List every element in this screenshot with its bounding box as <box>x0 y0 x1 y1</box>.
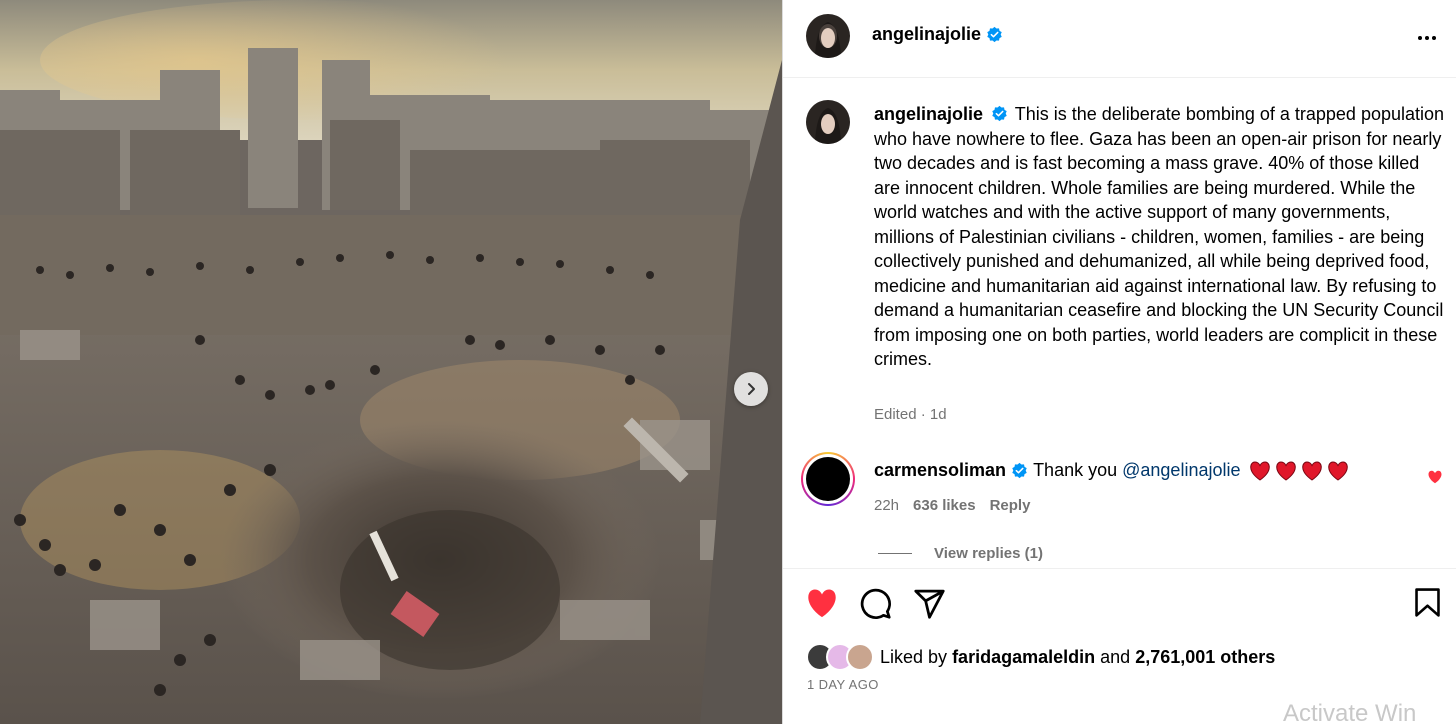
caption-time[interactable]: 1d <box>930 406 947 423</box>
liked-by-and: and <box>1100 646 1131 667</box>
heart-icon <box>1428 470 1442 484</box>
like-button[interactable] <box>805 587 839 624</box>
header-username[interactable]: angelinajolie <box>872 24 981 45</box>
avatar[interactable] <box>806 100 850 144</box>
bookmark-icon <box>1415 588 1440 617</box>
red-heart-emoji-icon <box>1250 460 1271 481</box>
comment-button[interactable] <box>859 587 892 625</box>
more-options-button[interactable] <box>1415 26 1439 55</box>
red-heart-emoji-icon <box>1302 460 1323 481</box>
comment-like-button[interactable] <box>1427 470 1443 489</box>
windows-activation-watermark: Activate Win <box>1283 700 1417 724</box>
liked-by-prefix: Liked by <box>880 646 948 667</box>
story-ring-avatar[interactable] <box>801 452 855 506</box>
likes-count[interactable]: 2,761,001 others <box>1135 647 1275 668</box>
heart-icon <box>808 589 836 618</box>
post-photo[interactable] <box>0 0 782 724</box>
caption-text-block: angelinajolie This is the deliberate bom… <box>874 102 1446 372</box>
comment-emoji-hearts <box>1249 460 1349 481</box>
caption-username[interactable]: angelinajolie <box>874 104 983 124</box>
verified-icon <box>987 26 1002 43</box>
profile-photo <box>806 14 850 58</box>
reply-button[interactable]: Reply <box>990 497 1031 514</box>
avatar <box>806 457 850 501</box>
post-date[interactable]: 1 DAY AGO <box>807 677 879 692</box>
post-header: angelinajolie <box>783 0 1456 78</box>
caption-meta: Edited · 1d <box>874 406 947 423</box>
comment-time[interactable]: 22h <box>874 497 899 514</box>
comment-item: carmensoliman Thank you @angelinajolie 2… <box>801 452 1451 516</box>
share-icon <box>914 589 945 619</box>
likes-summary: Liked by faridagamaleldin and 2,761,001 … <box>806 642 1275 672</box>
post-photo-image <box>0 0 782 724</box>
comment-mention-link[interactable]: @angelinajolie <box>1122 460 1240 481</box>
verified-icon <box>1012 462 1027 479</box>
edited-label: Edited <box>874 406 917 423</box>
instagram-post: angelinajolie angelinajolie This is the … <box>0 0 1456 724</box>
view-replies-button[interactable]: View replies (1) <box>878 545 1043 562</box>
avatar[interactable] <box>806 14 850 58</box>
liker-avatar-stack[interactable] <box>806 642 876 672</box>
next-photo-button[interactable] <box>734 372 768 406</box>
avatar <box>846 643 874 671</box>
comment-meta: 22h 636 likes Reply <box>874 497 1030 514</box>
comment-text-row: carmensoliman Thank you @angelinajolie <box>874 460 1349 481</box>
caption-text: This is the deliberate bombing of a trap… <box>874 104 1445 369</box>
comment-text: Thank you <box>1033 460 1118 480</box>
header-username-row[interactable]: angelinajolie <box>872 24 1003 45</box>
profile-photo <box>806 100 850 144</box>
comment-likes[interactable]: 636 likes <box>913 497 976 514</box>
view-replies-label: View replies (1) <box>934 545 1043 562</box>
post-actions-bar <box>783 568 1456 638</box>
save-button[interactable] <box>1413 587 1442 623</box>
verified-icon <box>992 106 1007 122</box>
post-details-panel: angelinajolie angelinajolie This is the … <box>782 0 1456 724</box>
more-icon <box>1418 36 1436 40</box>
meta-separator: · <box>920 406 930 423</box>
comment-icon <box>860 588 891 619</box>
replies-divider-line <box>878 553 912 554</box>
chevron-right-icon <box>748 383 755 395</box>
red-heart-emoji-icon <box>1276 460 1297 481</box>
red-heart-emoji-icon <box>1328 460 1349 481</box>
share-button[interactable] <box>913 587 946 625</box>
liked-by-user[interactable]: faridagamaleldin <box>952 647 1095 668</box>
comment-username[interactable]: carmensoliman <box>874 460 1006 481</box>
